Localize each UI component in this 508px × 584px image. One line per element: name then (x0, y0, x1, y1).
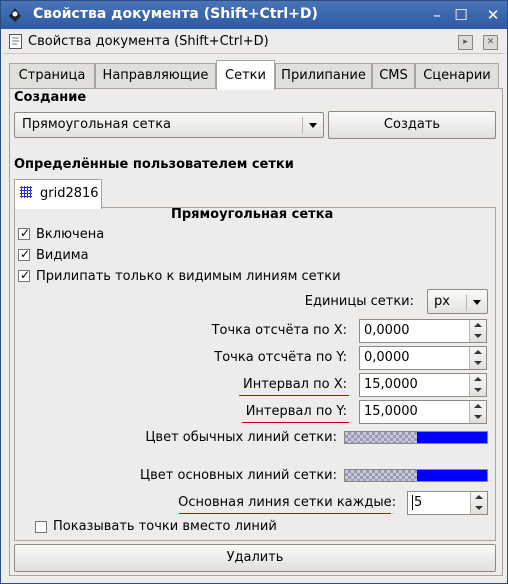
origin-x-label: Точка отсчёта по X: (211, 323, 347, 338)
spin-buttons[interactable] (469, 347, 486, 369)
spin-down-icon (474, 415, 482, 419)
spin-up-icon (475, 495, 483, 499)
annotation-underline (179, 513, 391, 514)
alpha-checker (345, 470, 417, 481)
origin-y-value: 0,0000 (364, 350, 410, 365)
major-color-button[interactable] (344, 469, 488, 482)
minimize-icon[interactable]: – (429, 7, 445, 23)
color-fill (417, 470, 487, 481)
document-icon (9, 34, 22, 49)
document-properties-window: Свойства документа (Shift+Ctrl+D) – ☐ ✕ … (0, 0, 508, 584)
spin-up-icon (474, 377, 482, 381)
maximize-icon[interactable]: ☐ (453, 7, 469, 23)
tab-page[interactable]: Страница (9, 63, 95, 88)
creation-heading: Создание (14, 90, 87, 105)
check-icon: ✓ (20, 268, 31, 282)
spacing-x-label: Интервал по X: (243, 377, 347, 392)
create-button-label: Создать (383, 117, 441, 132)
grid-tab[interactable]: grid2816 (14, 179, 102, 209)
enabled-checkbox[interactable]: ✓ (18, 226, 31, 240)
chevron-down-icon (473, 300, 481, 305)
spin-buttons[interactable] (469, 374, 486, 396)
dock-iconify-icon[interactable]: ▸ (458, 35, 473, 50)
spin-up-icon (474, 350, 482, 354)
grid-type-value: Прямоугольная сетка (22, 117, 172, 132)
tab-grids[interactable]: Сетки (216, 60, 275, 90)
origin-x-value: 0,0000 (364, 323, 410, 338)
show-dots-label: Показывать точки вместо линий (53, 519, 277, 534)
grid-icon (20, 186, 32, 198)
units-label: Единицы сетки: (304, 294, 414, 309)
check-icon: ✓ (20, 247, 31, 261)
annotation-underline (242, 422, 349, 423)
tab-snapping[interactable]: Прилипание (275, 63, 372, 88)
delete-button-label: Удалить (226, 550, 284, 565)
snap-visible-checkbox[interactable]: ✓ (18, 268, 31, 282)
title-bar[interactable]: Свойства документа (Shift+Ctrl+D) – ☐ ✕ (1, 1, 507, 29)
combo-separator (302, 117, 303, 134)
origin-y-spinbox[interactable]: 0,0000 (359, 346, 487, 370)
window-title: Свойства документа (Shift+Ctrl+D) (33, 6, 318, 22)
units-value: px (434, 294, 450, 309)
annotation-underline (239, 395, 349, 396)
tab-guides[interactable]: Направляющие (95, 63, 216, 88)
spin-down-icon (475, 506, 483, 510)
tab-scripts[interactable]: Сценарии (415, 63, 499, 88)
tab-cms[interactable]: CMS (372, 63, 415, 88)
grid-type-combo[interactable]: Прямоугольная сетка (14, 112, 324, 138)
chevron-down-icon (309, 123, 317, 128)
minor-color-button[interactable] (344, 431, 488, 444)
show-dots-checkbox[interactable] (35, 521, 47, 533)
create-grid-button[interactable]: Создать (328, 111, 496, 139)
enabled-label: Включена (36, 227, 105, 242)
spin-buttons[interactable] (469, 320, 486, 342)
grid-tab-label: grid2816 (40, 186, 99, 201)
close-icon[interactable]: ✕ (485, 7, 501, 23)
visible-checkbox[interactable]: ✓ (18, 247, 31, 261)
combo-separator (466, 294, 467, 311)
spin-down-icon (474, 361, 482, 365)
spin-buttons[interactable] (470, 492, 487, 514)
spacing-y-spinbox[interactable]: 15,0000 (359, 400, 487, 424)
major-every-spinbox[interactable]: 5 (407, 491, 488, 515)
origin-y-label: Точка отсчёта по Y: (214, 350, 347, 365)
visible-label: Видима (36, 248, 89, 263)
color-fill (417, 432, 487, 443)
spin-down-icon (474, 388, 482, 392)
spacing-x-value: 15,0000 (364, 377, 418, 392)
minor-color-label: Цвет обычных линий сетки: (145, 430, 337, 445)
units-combo[interactable]: px (427, 289, 488, 314)
dock-header: Свойства документа (Shift+Ctrl+D) ▸ ✕ (3, 31, 505, 54)
spin-down-icon (474, 334, 482, 338)
check-icon: ✓ (20, 226, 31, 240)
grid-type-title: Прямоугольная сетка (171, 207, 334, 222)
alpha-checker (345, 432, 417, 443)
dock-title: Свойства документа (Shift+Ctrl+D) (28, 34, 269, 49)
major-color-label: Цвет основных линий сетки: (140, 468, 337, 483)
spacing-y-label: Интервал по Y: (245, 404, 347, 419)
inkscape-icon (9, 8, 21, 22)
snap-visible-label: Прилипать только к видимым линиям сетки (36, 269, 341, 284)
major-every-value: 5 (412, 495, 423, 510)
major-every-label: Основная линия сетки каждые: (178, 495, 396, 510)
spin-up-icon (474, 404, 482, 408)
spacing-x-spinbox[interactable]: 15,0000 (359, 373, 487, 397)
spin-buttons[interactable] (469, 401, 486, 423)
spacing-y-value: 15,0000 (364, 404, 418, 419)
origin-x-spinbox[interactable]: 0,0000 (359, 319, 487, 343)
spin-up-icon (474, 323, 482, 327)
dock-close-icon[interactable]: ✕ (483, 35, 498, 50)
delete-grid-button[interactable]: Удалить (14, 544, 496, 572)
user-grids-heading: Определённые пользователем сетки (14, 157, 294, 172)
